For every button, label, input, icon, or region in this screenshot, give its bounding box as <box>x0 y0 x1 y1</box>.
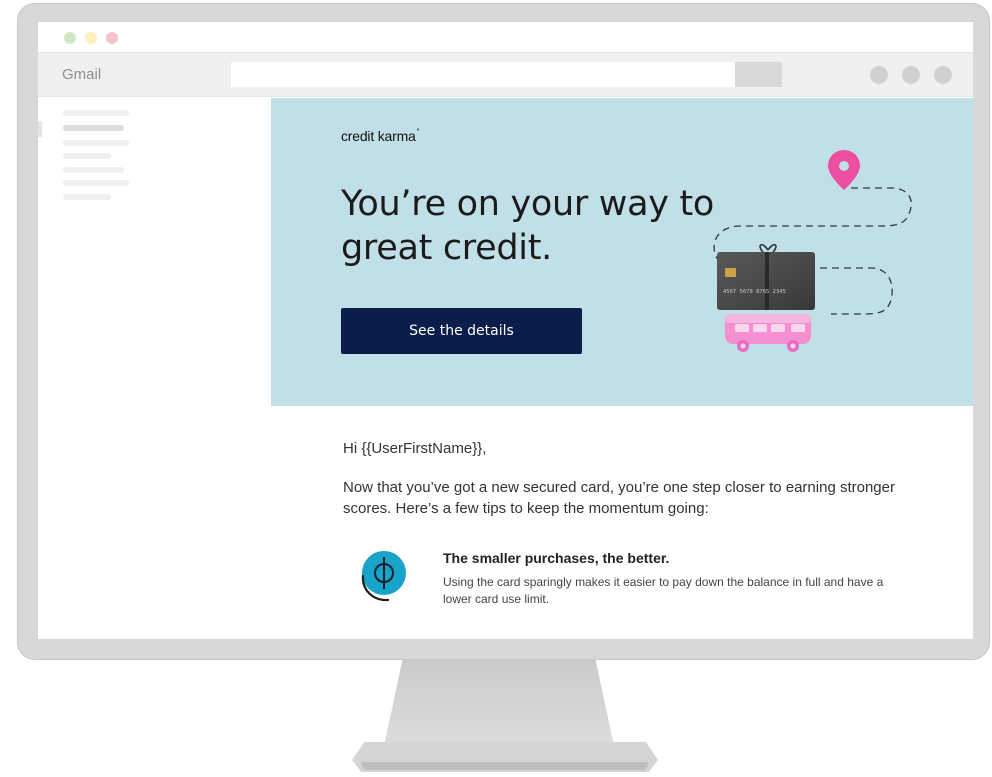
email-hero: credit karma˚ You’re on your way to grea… <box>271 98 973 406</box>
brand-logo: credit karma˚ <box>341 128 420 144</box>
close-window-button[interactable] <box>106 32 118 44</box>
monitor-base-shadow <box>362 762 648 770</box>
tip-title: The smaller purchases, the better. <box>443 550 670 566</box>
search-button[interactable] <box>735 62 782 87</box>
mail-toolbar: Gmail <box>38 52 973 97</box>
window-titlebar <box>38 22 973 52</box>
email-body: Hi {{UserFirstName}}, Now that you’ve go… <box>271 406 973 639</box>
app-name: Gmail <box>62 66 102 83</box>
sidebar-item-placeholder[interactable] <box>63 110 129 116</box>
mail-sidebar <box>38 98 271 639</box>
sidebar-item-placeholder[interactable] <box>63 140 129 146</box>
settings-circle-icon[interactable] <box>902 66 920 84</box>
sidebar-item-placeholder-active[interactable] <box>63 125 124 131</box>
cent-coin-icon <box>361 551 406 602</box>
apps-circle-icon[interactable] <box>934 66 952 84</box>
road-trip-illustration: 4567 5678 8765 2345 <box>713 150 912 352</box>
sidebar-item-placeholder[interactable] <box>63 153 111 159</box>
gift-bow-icon <box>759 243 777 253</box>
search-input[interactable] <box>231 62 735 87</box>
maximize-window-button[interactable] <box>64 32 76 44</box>
account-circle-icon[interactable] <box>870 66 888 84</box>
minimize-window-button[interactable] <box>85 32 97 44</box>
monitor-stand <box>384 660 614 746</box>
brand-wordmark: credit karma <box>341 128 416 144</box>
sidebar-active-marker <box>38 121 42 137</box>
pink-van-icon <box>725 314 811 352</box>
credit-card-icon: 4567 5678 8765 2345 <box>717 252 815 310</box>
sidebar-item-placeholder[interactable] <box>63 180 129 186</box>
sidebar-item-placeholder[interactable] <box>63 194 111 200</box>
screen: Gmail credit karma˚ You’re on your way t… <box>38 22 973 639</box>
location-pin-icon <box>828 150 860 190</box>
email-intro: Now that you’ve got a new secured card, … <box>343 479 895 517</box>
sidebar-item-placeholder[interactable] <box>63 167 124 173</box>
email-greeting: Hi {{UserFirstName}}, <box>343 440 487 457</box>
brand-mark-icon: ˚ <box>416 128 420 138</box>
tip-text: Using the card sparingly makes it easier… <box>443 575 884 606</box>
see-details-button[interactable]: See the details <box>341 308 582 354</box>
card-number: 4567 5678 8765 2345 <box>723 289 786 295</box>
